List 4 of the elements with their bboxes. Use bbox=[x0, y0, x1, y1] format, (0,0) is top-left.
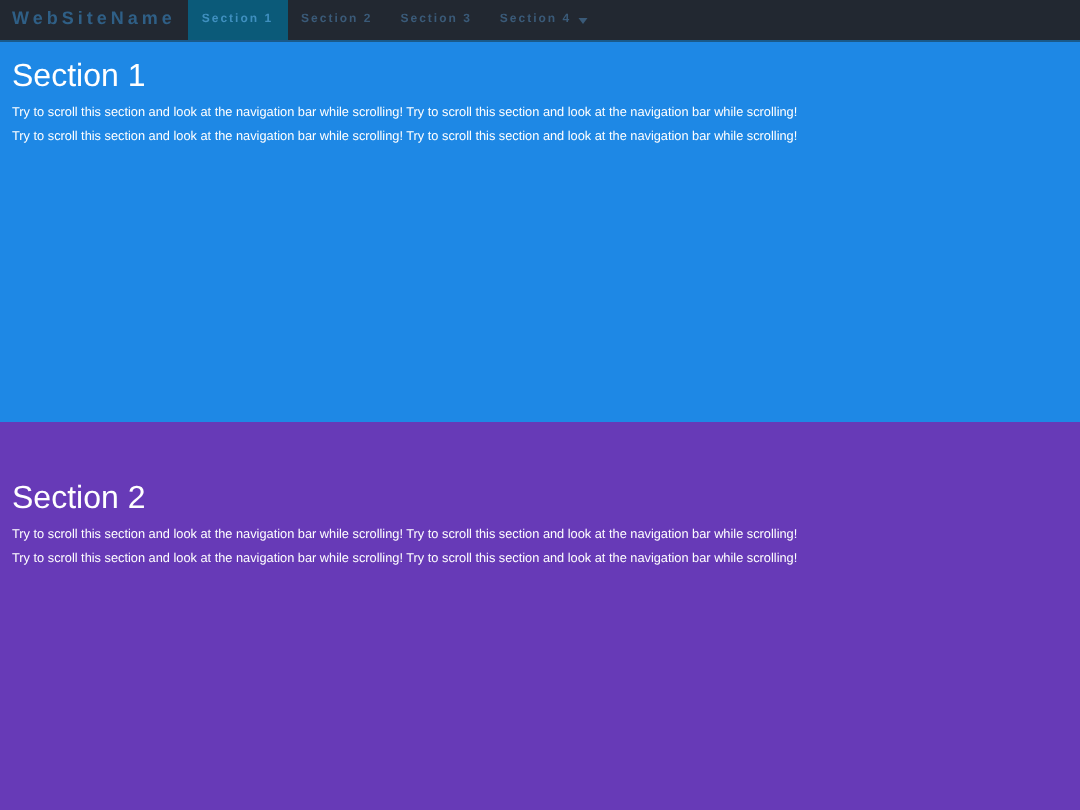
brand-link[interactable]: WebSiteName bbox=[0, 0, 188, 40]
section-heading: Section 2 bbox=[12, 480, 148, 520]
section-heading: Section 1 bbox=[12, 58, 148, 98]
caret-icon bbox=[577, 17, 588, 23]
